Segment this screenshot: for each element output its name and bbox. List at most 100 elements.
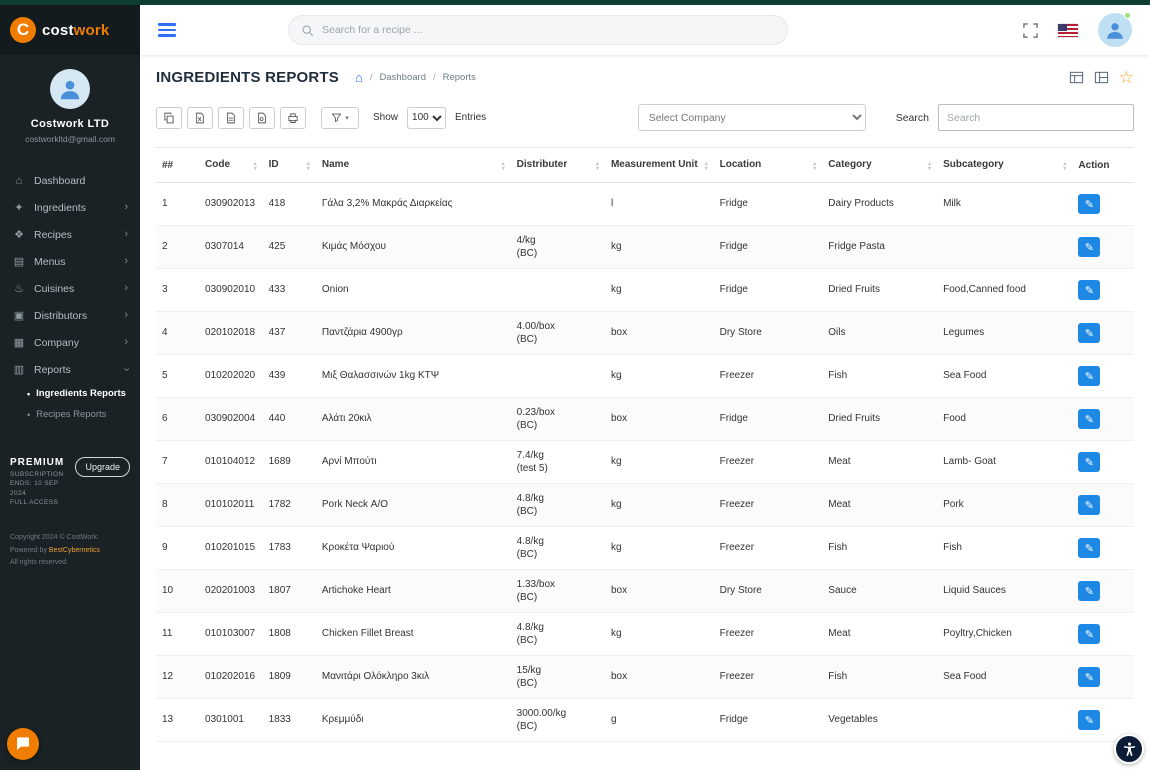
table-search-input[interactable]: [938, 104, 1134, 131]
export-csv-button[interactable]: [218, 107, 244, 129]
sort-icon[interactable]: ▴▾: [596, 162, 599, 171]
print-button[interactable]: [280, 107, 306, 129]
table-view-button[interactable]: [1069, 70, 1084, 85]
chevron-right-icon: ›: [124, 256, 128, 267]
sidebar-toggle-button[interactable]: [158, 20, 176, 39]
breadcrumb-dashboard[interactable]: Dashboard: [380, 72, 426, 83]
export-copy-button[interactable]: [156, 107, 182, 129]
edit-button[interactable]: ✎: [1078, 237, 1100, 257]
brand-link[interactable]: BestCybernetics: [49, 547, 100, 554]
cell-location: Freezer: [714, 355, 823, 398]
column-header-subcategory[interactable]: ▴▾Subcategory: [937, 148, 1072, 183]
sidebar-item-reports[interactable]: ▥ Reports ›: [0, 356, 140, 383]
cell-action: ✎: [1072, 656, 1134, 699]
user-avatar[interactable]: [1098, 13, 1132, 47]
top-strip: [0, 0, 1150, 5]
chat-bubble-button[interactable]: [7, 728, 39, 760]
menu-book-icon: ▤: [12, 255, 26, 268]
table-icon: [1069, 70, 1084, 85]
sort-icon[interactable]: ▴▾: [813, 162, 816, 171]
sidebar-item-dashboard[interactable]: ⌂ Dashboard ›: [0, 168, 140, 194]
column-header-code[interactable]: ▴▾ Code: [199, 148, 263, 183]
chevron-right-icon: ›: [124, 202, 128, 213]
printer-icon: [287, 112, 299, 124]
sort-icon[interactable]: ▴▾: [254, 162, 257, 171]
edit-button[interactable]: ✎: [1078, 194, 1100, 214]
fullscreen-button[interactable]: [1023, 23, 1038, 38]
app-logo[interactable]: C costwork: [0, 5, 140, 55]
sort-icon[interactable]: ▴▾: [928, 162, 931, 171]
cell-category: Fridge Pasta: [822, 226, 937, 269]
grid-view-button[interactable]: [1094, 70, 1109, 85]
sort-icon[interactable]: ▴▾: [705, 162, 708, 171]
edit-button[interactable]: ✎: [1078, 409, 1100, 429]
sort-icon[interactable]: ▴▾: [502, 162, 505, 171]
column-header-unit[interactable]: ▴▾ Measurement Unit: [605, 148, 714, 183]
entries-select[interactable]: 100: [407, 107, 446, 129]
home-icon[interactable]: ⌂: [355, 71, 363, 84]
company-select[interactable]: Select Company: [638, 104, 866, 131]
export-excel-button[interactable]: [187, 107, 213, 129]
cell-code: 0301001: [199, 699, 263, 742]
column-header-id[interactable]: ▴▾ID: [263, 148, 316, 183]
cell-id: 437: [263, 312, 316, 355]
sidebar-item-company[interactable]: ▦ Company ›: [0, 329, 140, 356]
cell-action: ✎: [1072, 527, 1134, 570]
column-header-location[interactable]: ▴▾Location: [714, 148, 823, 183]
cell-name: Μιξ Θαλασσινών 1kg ΚΤΨ: [316, 355, 511, 398]
sidebar-item-recipes[interactable]: ❖ Recipes ›: [0, 221, 140, 248]
favorite-star-button[interactable]: ☆: [1119, 69, 1134, 86]
column-header-distributer[interactable]: ▴▾Distributer: [511, 148, 605, 183]
cell-category: Sauce: [822, 570, 937, 613]
sidebar-item-menus[interactable]: ▤ Menus ›: [0, 248, 140, 275]
cell-unit: g: [605, 699, 714, 742]
breadcrumb-reports[interactable]: Reports: [443, 72, 476, 83]
home-icon: ⌂: [12, 175, 26, 187]
accessibility-button[interactable]: [1114, 734, 1144, 764]
sidebar-item-distributors[interactable]: ▣ Distributors ›: [0, 302, 140, 329]
cell-distributer: 4.8/kg (BC): [511, 527, 605, 570]
export-pdf-button[interactable]: [249, 107, 275, 129]
edit-button[interactable]: ✎: [1078, 323, 1100, 343]
cell-category: Oils: [822, 312, 937, 355]
language-flag-button[interactable]: [1058, 24, 1078, 37]
column-label: Measurement Unit: [611, 159, 698, 170]
edit-button[interactable]: ✎: [1078, 667, 1100, 687]
cell-subcategory: Sea Food: [937, 355, 1072, 398]
sort-icon[interactable]: ▴▾: [1063, 162, 1066, 171]
cell-num: 5: [156, 355, 199, 398]
edit-button[interactable]: ✎: [1078, 280, 1100, 300]
column-header-name[interactable]: ▴▾Name: [316, 148, 511, 183]
cell-location: Freezer: [714, 441, 823, 484]
file-pdf-icon: [256, 112, 268, 124]
premium-line: FULL ACCESS: [10, 499, 64, 506]
edit-button[interactable]: ✎: [1078, 710, 1100, 730]
edit-button[interactable]: ✎: [1078, 538, 1100, 558]
sort-icon[interactable]: ▴▾: [307, 162, 310, 171]
edit-button[interactable]: ✎: [1078, 581, 1100, 601]
recipe-search-input[interactable]: [322, 24, 775, 36]
cell-subcategory: Liquid Sauces: [937, 570, 1072, 613]
upgrade-button[interactable]: Upgrade: [75, 457, 130, 477]
cell-id: 439: [263, 355, 316, 398]
filter-button[interactable]: ▾: [321, 107, 359, 129]
edit-button[interactable]: ✎: [1078, 624, 1100, 644]
cell-code: 030902013: [199, 183, 263, 226]
edit-button[interactable]: ✎: [1078, 495, 1100, 515]
cell-name: Γάλα 3,2% Μακράς Διαρκείας: [316, 183, 511, 226]
edit-button[interactable]: ✎: [1078, 452, 1100, 472]
sidebar-subitem-recipes-reports[interactable]: • Recipes Reports: [0, 404, 140, 425]
company-avatar[interactable]: [50, 69, 90, 109]
table-row: 1030902013418Γάλα 3,2% Μακράς Διαρκείαςl…: [156, 183, 1134, 226]
cell-code: 020201003: [199, 570, 263, 613]
cell-num: 8: [156, 484, 199, 527]
column-header-category[interactable]: ▴▾Category: [822, 148, 937, 183]
cell-num: 4: [156, 312, 199, 355]
column-label: Code: [205, 159, 230, 170]
sidebar-item-ingredients[interactable]: ✦ Ingredients ›: [0, 194, 140, 221]
sidebar-subitem-ingredients-reports[interactable]: • Ingredients Reports: [0, 383, 140, 404]
edit-button[interactable]: ✎: [1078, 366, 1100, 386]
cell-distributer: 4/kg (BC): [511, 226, 605, 269]
toolbar-right: Select Company Search: [638, 104, 1134, 131]
sidebar-item-cuisines[interactable]: ♨ Cuisines ›: [0, 275, 140, 302]
